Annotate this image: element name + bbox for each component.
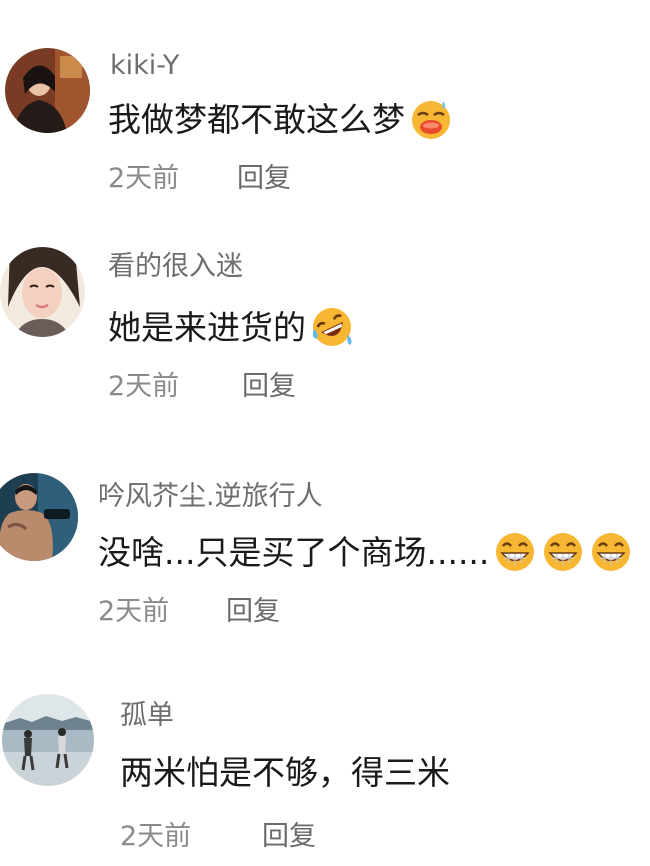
comment-text: 我做梦都不敢这么梦 xyxy=(108,99,405,139)
grin-emoji xyxy=(493,530,537,574)
comment-time: 2天前 xyxy=(108,163,180,194)
comment-username[interactable]: 看的很入迷 xyxy=(108,253,243,280)
avatar[interactable] xyxy=(5,48,90,133)
reply-button[interactable]: 回复 xyxy=(262,823,316,850)
comment-item: 看的很入迷 她是来进货的 2天前 回复 xyxy=(0,215,650,435)
avatar-image xyxy=(0,473,78,561)
rofl-emoji xyxy=(310,305,354,349)
comment-text: 没啥...只是买了个商场...... xyxy=(98,532,490,572)
avatar[interactable] xyxy=(0,247,85,337)
grin-emoji xyxy=(589,530,633,574)
comment-text: 她是来进货的 xyxy=(108,307,306,347)
reply-button[interactable]: 回复 xyxy=(237,165,291,192)
avatar[interactable] xyxy=(2,694,94,786)
comment-username[interactable]: kiki-Y xyxy=(110,52,179,79)
comment-time: 2天前 xyxy=(120,821,192,852)
comment-text-row: 她是来进货的 xyxy=(108,305,354,349)
comment-text-row: 两米怕是不够，得三米 xyxy=(120,756,450,789)
comment-text-row: 没啥...只是买了个商场...... xyxy=(98,530,633,574)
comment-text-row: 我做梦都不敢这么梦 xyxy=(108,97,453,141)
grin-emoji xyxy=(541,530,585,574)
avatar[interactable] xyxy=(0,473,78,561)
grimace-sweat-emoji xyxy=(409,97,453,141)
comment-item: kiki-Y 我做梦都不敢这么梦 2天前 回复 xyxy=(0,0,650,215)
reply-button[interactable]: 回复 xyxy=(226,598,280,625)
comment-item: 吟风芥尘.逆旅行人 没啥...只是买了个商场...... 2天前 回复 xyxy=(0,435,650,660)
comment-username[interactable]: 孤单 xyxy=(120,702,174,729)
comment-time: 2天前 xyxy=(98,596,170,627)
avatar-image xyxy=(5,48,90,133)
comment-username[interactable]: 吟风芥尘.逆旅行人 xyxy=(98,483,323,510)
comment-time: 2天前 xyxy=(108,371,180,402)
reply-button[interactable]: 回复 xyxy=(242,373,296,400)
comment-text: 两米怕是不够，得三米 xyxy=(120,753,450,792)
avatar-image xyxy=(2,694,94,786)
comment-item: 孤单 两米怕是不够，得三米 2天前 回复 xyxy=(0,660,650,866)
avatar-image xyxy=(0,247,85,337)
